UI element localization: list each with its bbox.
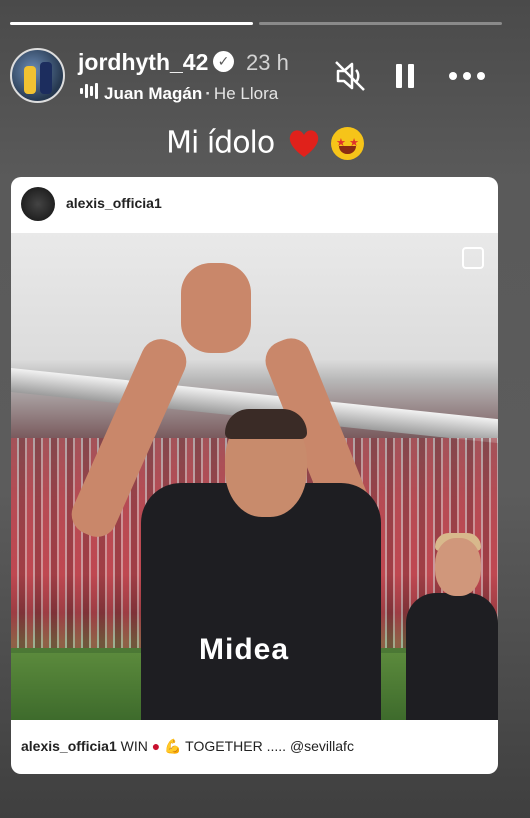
- post-caption: alexis_officia1 WIN ● 💪 TOGETHER ..... @…: [21, 738, 354, 755]
- verified-icon: ✓: [213, 51, 234, 72]
- music-artist: Juan Magán: [104, 84, 203, 103]
- star-struck-icon: ★ ★: [330, 126, 364, 160]
- music-title: He Llora: [213, 84, 279, 103]
- caption-mention[interactable]: @sevillafc: [290, 738, 354, 754]
- caption-together: TOGETHER .....: [185, 738, 287, 754]
- player-jersey: [141, 483, 381, 720]
- story-caption: Mi ídolo ★ ★: [0, 125, 530, 161]
- pause-icon: [396, 64, 402, 88]
- red-heart-icon: [289, 130, 318, 158]
- music-icon: [80, 83, 98, 99]
- caption-username[interactable]: alexis_officia1: [21, 738, 117, 754]
- post-username[interactable]: alexis_officia1: [66, 195, 162, 211]
- story-progress: [10, 22, 502, 25]
- post-photo[interactable]: Midea: [11, 233, 498, 720]
- blood-drop-icon: ●: [151, 738, 161, 754]
- avatar[interactable]: [10, 48, 65, 103]
- speaker-muted-icon: [335, 61, 365, 91]
- flexed-biceps-icon: 💪: [164, 738, 182, 754]
- username[interactable]: jordhyth_42: [78, 49, 208, 76]
- jersey-sponsor: Midea: [199, 633, 290, 666]
- mute-button[interactable]: [332, 58, 368, 94]
- music-label[interactable]: Juan Magán · He Llora: [104, 84, 308, 104]
- shared-post-card[interactable]: alexis_officia1 Midea alexis_officia1 WI…: [11, 177, 498, 774]
- post-avatar[interactable]: [21, 187, 55, 221]
- pause-button[interactable]: [392, 58, 418, 94]
- second-player: [406, 593, 498, 720]
- progress-segment-1: [10, 22, 253, 25]
- player-hands: [181, 263, 251, 353]
- post-header: alexis_officia1: [11, 177, 498, 231]
- timestamp: 23 h: [246, 50, 289, 75]
- caption-text: Mi ídolo: [166, 125, 275, 161]
- dot-icon: [449, 72, 457, 80]
- caption-win: WIN: [120, 738, 148, 754]
- more-options-button[interactable]: [446, 58, 488, 94]
- music-separator: ·: [205, 84, 211, 103]
- progress-segment-2: [259, 22, 502, 25]
- multiple-photos-icon: [462, 247, 484, 269]
